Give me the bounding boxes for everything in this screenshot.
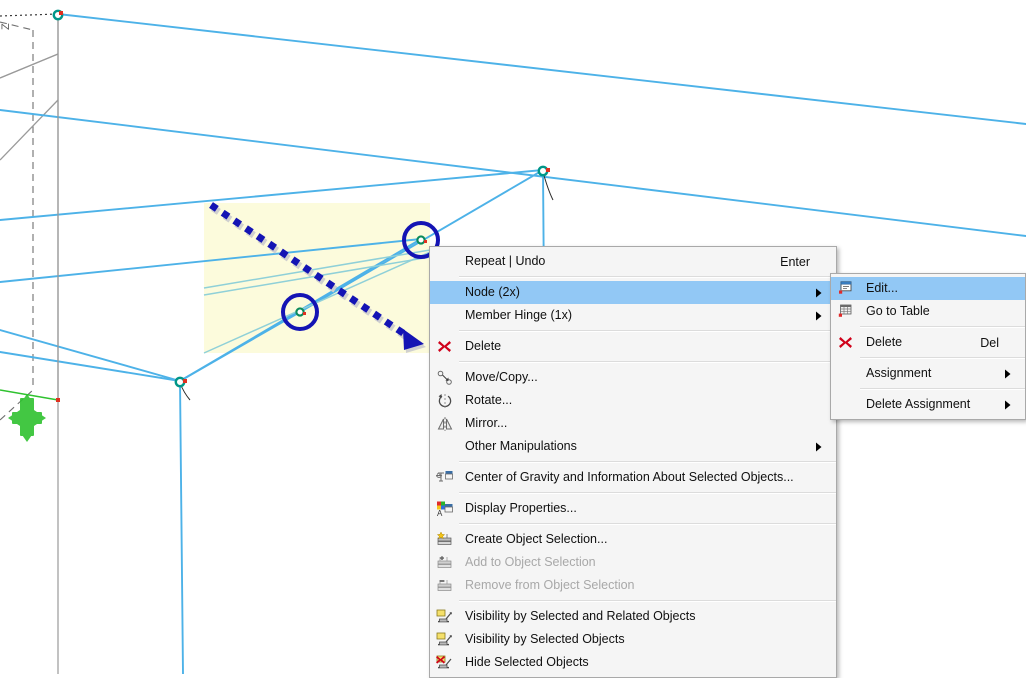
menu-item-label: Member Hinge (1x) bbox=[459, 304, 812, 327]
menu-item-label: Mirror... bbox=[459, 412, 812, 435]
submenu-arrow-icon bbox=[812, 288, 828, 298]
node-marker bbox=[176, 378, 187, 386]
menu-item-delete-assignment[interactable]: Delete Assignment bbox=[831, 393, 1025, 416]
menu-item-label: Add to Object Selection bbox=[459, 551, 812, 574]
menu-separator bbox=[860, 326, 1025, 328]
menu-item-rotate[interactable]: Rotate... bbox=[430, 389, 836, 412]
node-marker bbox=[539, 167, 550, 175]
menu-item-label: Visibility by Selected Objects bbox=[459, 628, 812, 651]
origin-axis-symbol bbox=[0, 390, 60, 442]
menu-item-node[interactable]: Node (2x) bbox=[430, 281, 836, 304]
menu-separator bbox=[860, 388, 1025, 390]
menu-item-label: Rotate... bbox=[459, 389, 812, 412]
object-context-menu[interactable]: Repeat | UndoEnter Node (2x)Member Hinge … bbox=[429, 246, 837, 678]
submenu-arrow-icon bbox=[1001, 400, 1017, 410]
menu-item-label: Create Object Selection... bbox=[459, 528, 812, 551]
menu-item-remove-from-object-selection: Remove from Object Selection bbox=[430, 574, 836, 597]
menu-item-shortcut: Del bbox=[964, 336, 1001, 350]
menu-item-icon-empty bbox=[831, 362, 860, 385]
menu-item-icon-empty bbox=[430, 304, 459, 327]
menu-separator bbox=[459, 492, 836, 494]
hide-objects-icon bbox=[430, 651, 459, 674]
menu-item-edit[interactable]: Edit... bbox=[831, 277, 1025, 300]
node-marker bbox=[54, 11, 63, 19]
menu-item-label: Center of Gravity and Information About … bbox=[459, 466, 812, 489]
menu-item-label: Repeat | Undo bbox=[459, 250, 764, 273]
menu-item-icon-empty bbox=[430, 435, 459, 458]
table-icon bbox=[831, 300, 860, 323]
visibility-icon bbox=[430, 628, 459, 651]
menu-item-hide-selected[interactable]: Hide Selected Objects bbox=[430, 651, 836, 674]
menu-item-move-copy[interactable]: Move/Copy... bbox=[430, 366, 836, 389]
menu-separator bbox=[459, 361, 836, 363]
menu-item-center-of-gravity[interactable]: Center of Gravity and Information About … bbox=[430, 466, 836, 489]
menu-item-label: Delete bbox=[860, 331, 964, 354]
edit-dialog-icon bbox=[831, 277, 860, 300]
menu-item-label: Edit... bbox=[860, 277, 1001, 300]
menu-item-label: Node (2x) bbox=[459, 281, 812, 304]
create-selection-icon bbox=[430, 528, 459, 551]
display-properties-icon: A bbox=[430, 497, 459, 520]
submenu-arrow-icon bbox=[1001, 369, 1017, 379]
menu-item-icon-empty bbox=[831, 393, 860, 416]
axis-label-z: Z bbox=[0, 23, 12, 30]
submenu-arrow-icon bbox=[812, 311, 828, 321]
menu-item-create-object-selection[interactable]: Create Object Selection... bbox=[430, 528, 836, 551]
menu-item-label: Assignment bbox=[860, 362, 1001, 385]
move-copy-icon bbox=[430, 366, 459, 389]
menu-item-label: Visibility by Selected and Related Objec… bbox=[459, 605, 812, 628]
menu-item-assignment[interactable]: Assignment bbox=[831, 362, 1025, 385]
menu-item-label: Other Manipulations bbox=[459, 435, 812, 458]
menu-item-visibility-selected-related[interactable]: Visibility by Selected and Related Objec… bbox=[430, 605, 836, 628]
remove-selection-icon bbox=[430, 574, 459, 597]
rotate-icon bbox=[430, 389, 459, 412]
visibility-related-icon bbox=[430, 605, 459, 628]
red-x-icon bbox=[430, 335, 459, 358]
mirror-icon bbox=[430, 412, 459, 435]
svg-text:A: A bbox=[437, 509, 443, 517]
construction-polyline-2 bbox=[0, 100, 58, 160]
menu-item-label: Go to Table bbox=[860, 300, 1001, 323]
submenu-arrow-icon bbox=[812, 442, 828, 452]
menu-separator bbox=[459, 600, 836, 602]
add-selection-icon bbox=[430, 551, 459, 574]
menu-item-sub-delete[interactable]: DeleteDel bbox=[831, 331, 1025, 354]
menu-separator bbox=[860, 357, 1025, 359]
menu-item-icon-empty bbox=[430, 281, 459, 304]
menu-item-shortcut: Enter bbox=[764, 255, 812, 269]
menu-item-icon-empty bbox=[430, 250, 459, 273]
menu-item-label: Move/Copy... bbox=[459, 366, 812, 389]
menu-separator bbox=[459, 330, 836, 332]
construction-dashed bbox=[0, 22, 33, 420]
menu-item-delete[interactable]: Delete bbox=[430, 335, 836, 358]
node-submenu[interactable]: Edit...Go to Table DeleteDel Assignment Del… bbox=[830, 273, 1026, 420]
menu-item-go-to-table[interactable]: Go to Table bbox=[831, 300, 1025, 323]
menu-separator bbox=[459, 461, 836, 463]
menu-separator bbox=[459, 523, 836, 525]
menu-item-other-manipulations[interactable]: Other Manipulations bbox=[430, 435, 836, 458]
menu-item-visibility-selected[interactable]: Visibility by Selected Objects bbox=[430, 628, 836, 651]
menu-item-label: Display Properties... bbox=[459, 497, 812, 520]
menu-item-display-properties[interactable]: A Display Properties... bbox=[430, 497, 836, 520]
menu-item-mirror[interactable]: Mirror... bbox=[430, 412, 836, 435]
menu-item-repeat-undo[interactable]: Repeat | UndoEnter bbox=[430, 250, 836, 273]
construction-polyline bbox=[0, 54, 58, 78]
menu-item-add-to-object-selection: Add to Object Selection bbox=[430, 551, 836, 574]
menu-item-member-hinge[interactable]: Member Hinge (1x) bbox=[430, 304, 836, 327]
menu-separator bbox=[459, 276, 836, 278]
menu-item-label: Remove from Object Selection bbox=[459, 574, 812, 597]
scales-icon bbox=[430, 466, 459, 489]
menu-item-label: Delete bbox=[459, 335, 812, 358]
menu-item-label: Delete Assignment bbox=[860, 393, 1001, 416]
menu-item-label: Hide Selected Objects bbox=[459, 651, 812, 674]
red-x-icon bbox=[831, 331, 860, 354]
